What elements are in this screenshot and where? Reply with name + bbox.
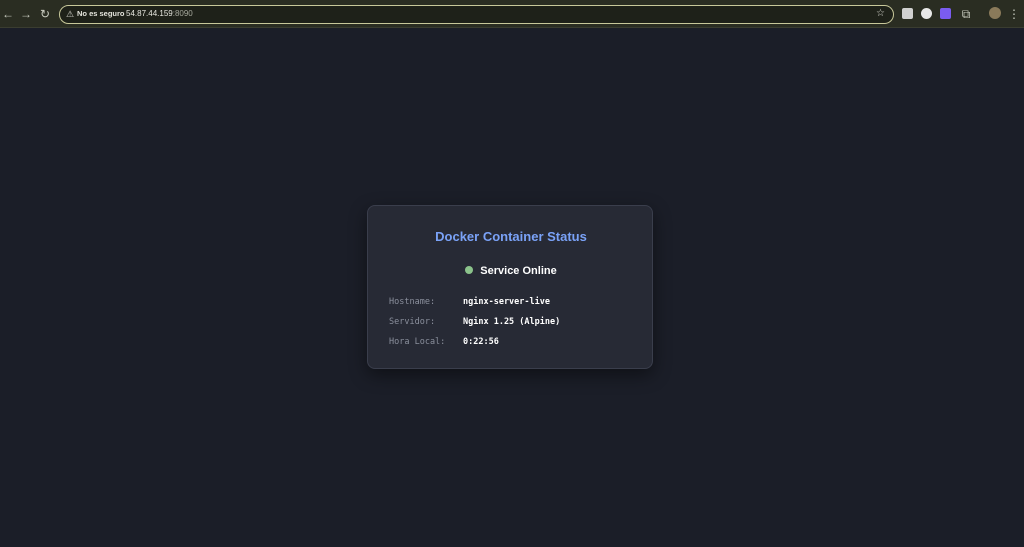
extension-icon-3[interactable] [940,8,951,19]
extension-icon-2[interactable] [921,8,932,19]
address-bar[interactable]: ⚠ No es seguro 54.87.44.159:8090 ☆ [59,5,894,24]
card-title: Docker Container Status [435,229,587,244]
info-label: Hora Local: [389,337,446,347]
info-value: Nginx 1.25 (Alpine) [463,317,561,327]
url-port: :8090 [172,9,193,18]
service-status: Service Online [368,265,654,277]
profile-avatar[interactable] [989,7,1001,19]
puzzle-extensions-icon[interactable]: ⧉ [958,6,974,22]
forward-arrow-icon[interactable]: → [18,6,34,22]
status-text: Service Online [480,265,557,277]
extension-icon-1[interactable] [902,8,913,19]
info-label: Hostname: [389,297,436,307]
security-label[interactable]: No es seguro [77,8,125,20]
url-text[interactable]: 54.87.44.159:8090 [126,8,193,20]
warning-triangle-icon[interactable]: ⚠ [66,9,76,19]
status-dot-icon [465,266,474,274]
info-value: 0:22:56 [463,337,499,347]
browser-toolbar: ← → ↻ ⚠ No es seguro 54.87.44.159:8090 ☆… [0,0,1024,28]
info-value: nginx-server-live [463,297,550,307]
reload-icon[interactable]: ↻ [37,6,53,22]
status-card: Docker Container Status Service Online H… [367,205,653,369]
bookmark-star-icon[interactable]: ☆ [876,7,885,21]
back-arrow-icon[interactable]: ← [0,6,16,22]
menu-kebab-icon[interactable]: ⋮ [1006,6,1022,22]
info-label: Servidor: [389,317,436,327]
url-host: 54.87.44.159 [126,9,173,18]
